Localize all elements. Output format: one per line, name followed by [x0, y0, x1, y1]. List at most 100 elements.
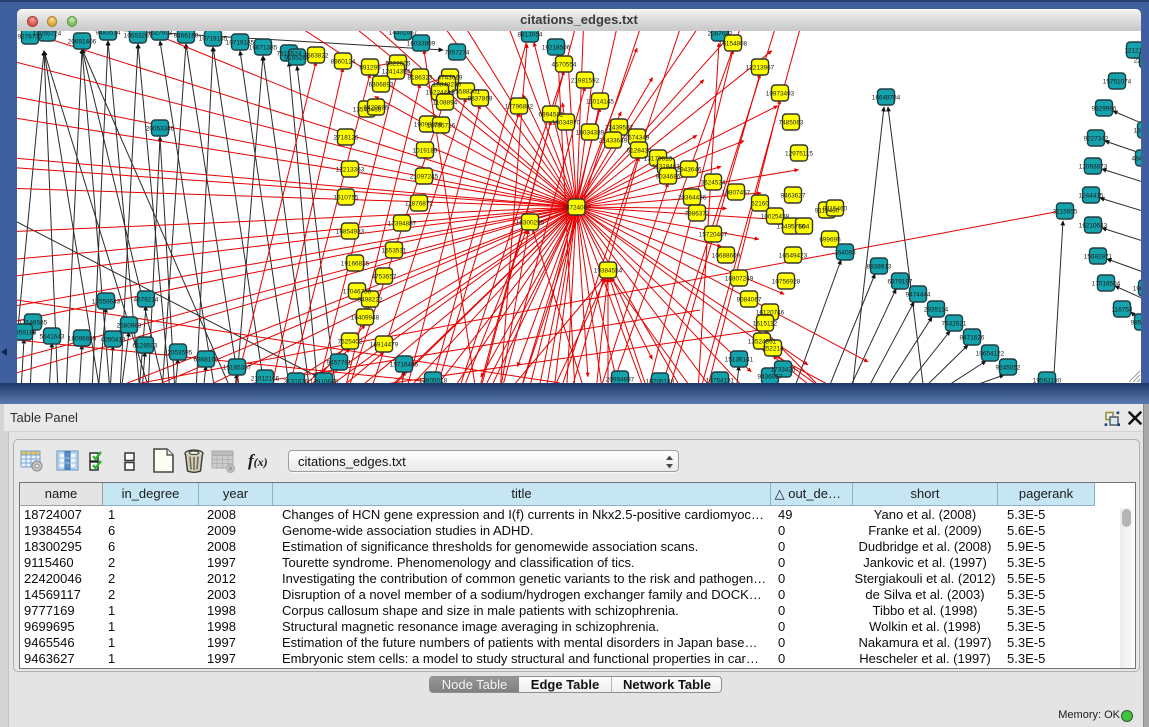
- svg-text:16671385: 16671385: [249, 44, 278, 51]
- svg-text:19384554: 19384554: [594, 267, 623, 274]
- svg-text:9034686: 9034686: [656, 173, 681, 180]
- svg-text:15716485: 15716485: [390, 361, 419, 368]
- svg-text:4679214: 4679214: [134, 296, 159, 303]
- svg-text:8813054: 8813054: [518, 31, 543, 38]
- svg-text:7674349: 7674349: [625, 134, 650, 141]
- svg-text:4050413: 4050413: [101, 336, 126, 343]
- svg-text:17559643: 17559643: [92, 298, 121, 305]
- svg-text:1653531: 1653531: [382, 247, 407, 254]
- svg-text:20364436: 20364436: [678, 194, 707, 201]
- svg-text:13910648: 13910648: [310, 378, 339, 383]
- svg-text:891295: 891295: [359, 64, 381, 71]
- svg-text:19218506: 19218506: [542, 44, 571, 51]
- svg-text:12975115: 12975115: [785, 150, 813, 157]
- svg-text:604: 604: [799, 223, 810, 230]
- svg-text:18034339: 18034339: [576, 129, 605, 136]
- svg-text:20691406: 20691406: [68, 38, 97, 45]
- svg-text:7632621: 7632621: [942, 320, 967, 327]
- svg-text:22053595: 22053595: [164, 349, 193, 356]
- svg-text:20994697: 20994697: [606, 376, 635, 383]
- svg-text:1108894: 1108894: [433, 99, 458, 106]
- svg-text:13146585: 13146585: [19, 319, 48, 326]
- svg-text:1244415: 1244415: [1079, 192, 1104, 199]
- svg-text:14055724: 14055724: [33, 31, 62, 37]
- svg-text:7625402: 7625402: [338, 338, 363, 345]
- svg-text:18807249: 18807249: [725, 275, 754, 282]
- svg-text:3624534: 3624534: [701, 179, 726, 186]
- svg-text:2718126: 2718126: [334, 134, 359, 141]
- svg-text:9084067: 9084067: [737, 296, 762, 303]
- svg-text:9329966: 9329966: [1092, 105, 1117, 112]
- svg-text:10973493: 10973493: [766, 90, 795, 97]
- svg-text:18300295: 18300295: [516, 219, 545, 226]
- svg-text:16409948: 16409948: [351, 314, 380, 321]
- svg-text:62160: 62160: [751, 200, 769, 207]
- svg-text:3215955: 3215955: [1053, 208, 1078, 215]
- svg-text:21433649: 21433649: [599, 137, 628, 144]
- svg-text:9463627: 9463627: [781, 192, 806, 199]
- svg-text:10688609: 10688609: [712, 252, 741, 259]
- svg-text:4753657: 4753657: [372, 273, 397, 280]
- svg-text:16033809: 16033809: [407, 40, 436, 47]
- svg-text:5322605: 5322605: [386, 60, 411, 67]
- svg-text:7485063: 7485063: [779, 119, 804, 126]
- svg-text:4743069: 4743069: [438, 74, 463, 81]
- svg-text:21981592: 21981592: [571, 77, 600, 84]
- svg-text:3498222: 3498222: [358, 296, 383, 303]
- svg-text:20053346: 20053346: [146, 125, 175, 132]
- svg-text:15720407: 15720407: [699, 231, 728, 238]
- svg-text:16210643: 16210643: [1079, 222, 1108, 229]
- svg-text:1385239: 1385239: [1134, 127, 1141, 134]
- svg-text:13805018: 13805018: [419, 377, 448, 383]
- svg-text:8466160: 8466160: [174, 32, 199, 39]
- svg-text:10807457: 10807457: [722, 189, 751, 196]
- svg-text:17796882: 17796882: [505, 103, 534, 110]
- svg-text:13524861: 13524861: [748, 338, 777, 345]
- svg-text:121218: 121218: [1124, 47, 1141, 54]
- svg-text:699695: 699695: [819, 236, 841, 243]
- svg-text:18034970: 18034970: [552, 119, 581, 126]
- svg-text:13179613: 13179613: [644, 155, 673, 162]
- svg-text:12213363: 12213363: [336, 166, 365, 173]
- svg-text:17394887: 17394887: [388, 220, 417, 227]
- svg-text:16154808: 16154808: [719, 40, 748, 47]
- svg-text:5641643: 5641643: [40, 333, 65, 340]
- svg-text:18795716: 18795716: [427, 122, 456, 129]
- svg-text:9245052: 9245052: [996, 364, 1021, 371]
- svg-text:4570554: 4570554: [552, 61, 577, 68]
- svg-text:15692971: 15692971: [1084, 253, 1113, 260]
- svg-text:15588301: 15588301: [452, 88, 481, 95]
- svg-text:9457791: 9457791: [327, 359, 352, 366]
- svg-text:10654122: 10654122: [976, 350, 1005, 357]
- svg-text:16648784: 16648784: [872, 94, 901, 101]
- svg-text:11014145: 11014145: [586, 98, 614, 105]
- svg-text:9483514: 9483514: [96, 31, 121, 36]
- svg-text:18724007: 18724007: [562, 204, 591, 211]
- svg-text:12093873: 12093873: [1079, 163, 1108, 170]
- svg-text:16705148: 16705148: [646, 378, 675, 383]
- svg-text:10848230: 10848230: [433, 81, 462, 88]
- svg-text:2943646: 2943646: [677, 166, 702, 173]
- svg-text:116753: 116753: [1112, 306, 1133, 313]
- svg-text:19563180: 19563180: [1033, 377, 1062, 383]
- svg-text:2087682: 2087682: [708, 31, 733, 37]
- svg-text:16224441: 16224441: [426, 89, 455, 96]
- svg-text:10719185: 10719185: [199, 35, 228, 42]
- svg-text:9436057: 9436057: [758, 373, 783, 380]
- svg-text:6368105: 6368105: [194, 356, 219, 363]
- svg-text:7663822: 7663822: [304, 52, 329, 59]
- svg-text:9953167: 9953167: [1131, 319, 1141, 326]
- svg-text:1610755: 1610755: [334, 194, 359, 201]
- svg-text:17046736: 17046736: [343, 288, 372, 295]
- svg-text:15165337: 15165337: [223, 364, 252, 371]
- svg-text:15136141: 15136141: [725, 356, 754, 363]
- svg-text:8359183: 8359183: [17, 329, 37, 336]
- svg-text:1615112: 1615112: [753, 320, 778, 327]
- svg-text:1733426: 1733426: [771, 366, 796, 373]
- svg-text:9837869: 9837869: [468, 95, 493, 102]
- svg-text:6128434: 6128434: [627, 147, 652, 154]
- svg-text:19166825: 19166825: [341, 260, 370, 267]
- svg-text:9227342: 9227342: [1084, 135, 1109, 142]
- svg-text:19017734: 19017734: [1133, 285, 1141, 292]
- svg-text:9474444: 9474444: [906, 291, 931, 298]
